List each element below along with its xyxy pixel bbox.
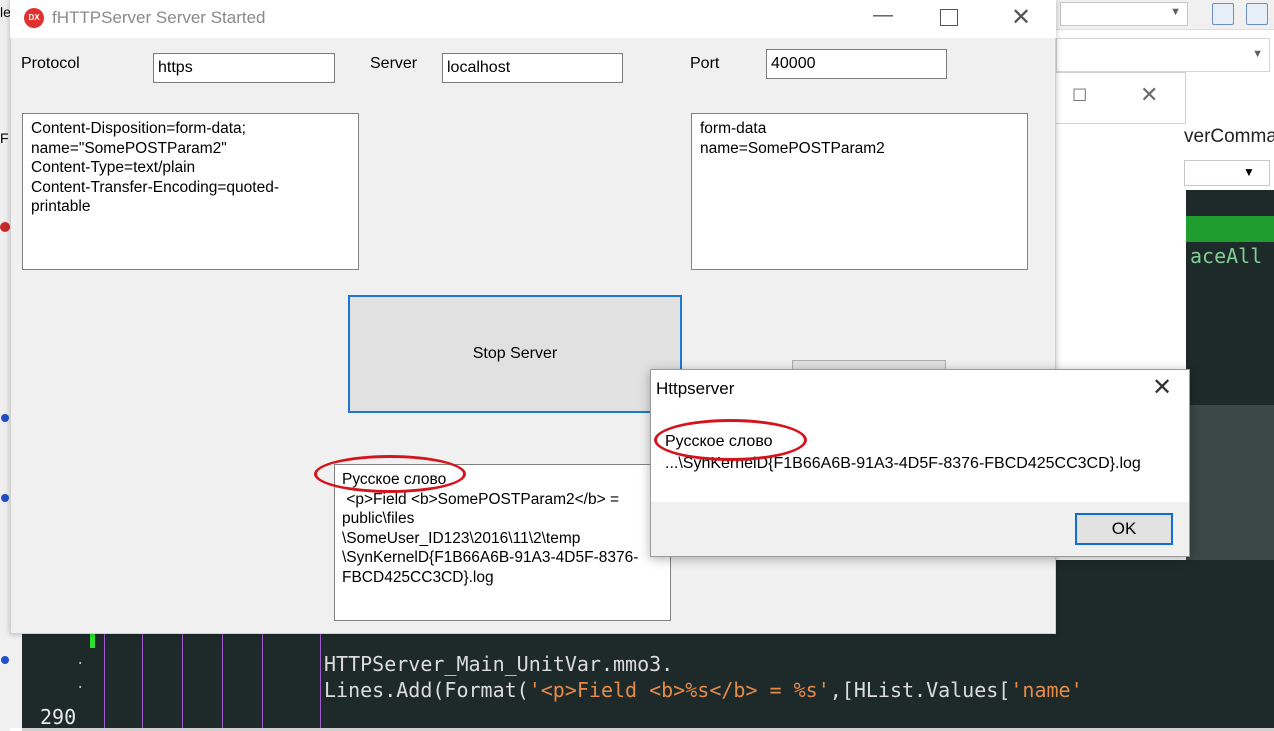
error-icon <box>0 222 10 232</box>
code-string-token: 'name' <box>1010 678 1083 702</box>
ide-combo-top[interactable]: ▼ <box>1060 2 1188 26</box>
stop-server-button[interactable]: Stop Server <box>348 295 682 413</box>
indent-guide <box>142 634 143 728</box>
port-input[interactable]: 40000 <box>766 49 947 79</box>
code-line: HTTPServer_Main_UnitVar.mmo3. <box>324 652 674 676</box>
close-icon[interactable]: ✕ <box>1008 3 1034 33</box>
breakpoint-dot <box>1 494 9 502</box>
ide-combo-second[interactable]: ▼ <box>1056 38 1270 72</box>
ide-combo-third[interactable] <box>1184 160 1270 186</box>
indent-guide <box>262 634 263 728</box>
indent-guide <box>222 634 223 728</box>
change-marker <box>90 632 95 648</box>
window-title: fHTTPServer Server Started <box>52 8 266 27</box>
toolbar-save-icon[interactable] <box>1246 3 1268 25</box>
server-label: Server <box>370 55 418 72</box>
code-highlight-line <box>1186 216 1274 242</box>
chevron-down-icon: ▼ <box>1170 6 1181 18</box>
ide-left-edge-f: F <box>0 130 9 146</box>
maximize-icon[interactable] <box>940 9 958 26</box>
minimize-icon[interactable]: — <box>868 4 898 32</box>
port-label: Port <box>690 55 720 72</box>
code-line: Lines.Add(Format('<p>Field <b>%s</b> = %… <box>324 678 1083 702</box>
code-token: ,[HList.Values[ <box>829 678 1011 702</box>
indent-guide <box>182 634 183 728</box>
breakpoint-dot <box>1 656 9 664</box>
code-right-text: aceAll <box>1190 244 1263 268</box>
code-token: Lines.Add(Format( <box>324 678 529 702</box>
line-number: 290 <box>40 705 77 729</box>
ide-command-text: verComma <box>1184 126 1274 147</box>
server-input[interactable]: localhost <box>442 53 623 83</box>
annotation-oval <box>654 419 807 461</box>
ok-button[interactable]: OK <box>1075 513 1173 545</box>
gutter-dot: . <box>76 676 85 692</box>
dialog-title: Httpserver <box>656 379 735 398</box>
params-memo[interactable]: form-data name=SomePOSTParam2 <box>691 113 1028 270</box>
annotation-oval <box>314 455 466 493</box>
code-string-token: '<p>Field <b>%s</b> = %s' <box>528 678 830 702</box>
headers-memo[interactable]: Content-Disposition=form-data; name="Som… <box>22 113 359 270</box>
protocol-input[interactable]: https <box>153 53 335 83</box>
breakpoint-dot <box>1 414 9 422</box>
code-selection-block <box>1186 405 1274 560</box>
ide-left-strip <box>0 0 10 731</box>
maximize-icon[interactable]: ☐ <box>1072 86 1087 106</box>
indent-guide <box>104 634 105 728</box>
protocol-label: Protocol <box>21 55 80 72</box>
gutter-dot: . <box>76 652 85 668</box>
app-dx-icon: DX <box>24 8 44 28</box>
close-icon[interactable]: ✕ <box>1140 82 1158 108</box>
chevron-down-icon: ▼ <box>1243 165 1255 179</box>
chevron-down-icon: ▼ <box>1252 48 1263 60</box>
toolbar-windows-icon[interactable] <box>1212 3 1234 25</box>
indent-guide <box>320 634 321 728</box>
close-icon[interactable]: ✕ <box>1152 373 1172 402</box>
